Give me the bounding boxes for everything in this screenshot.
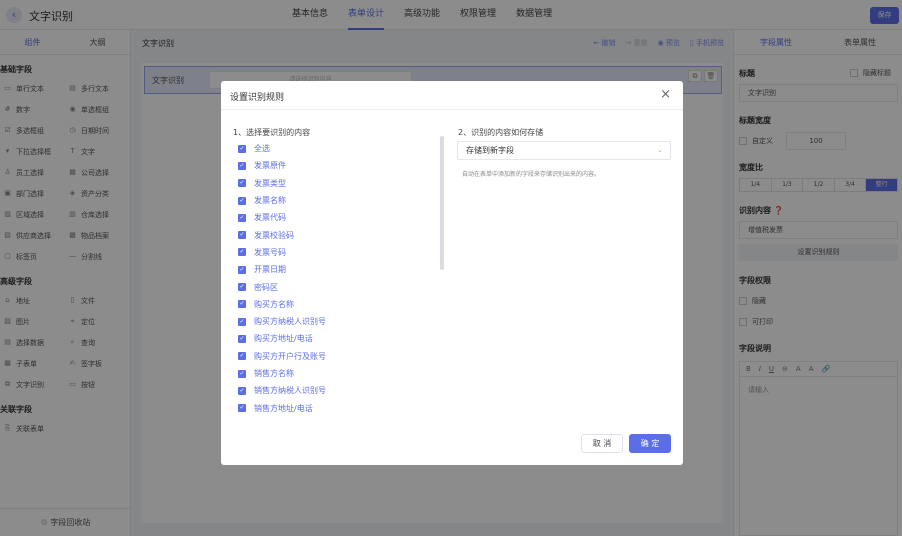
check-icon: ✓: [238, 369, 246, 378]
option-checkbox[interactable]: ✓ 购买方地址/电话: [238, 330, 438, 347]
check-icon: ✓: [238, 161, 246, 170]
option-label: 销售方名称: [254, 369, 294, 378]
select-content-label: 1、选择要识别的内容: [233, 128, 311, 137]
cancel-button[interactable]: 取 消: [581, 434, 623, 453]
check-icon: ✓: [238, 248, 246, 257]
option-label: 发票校验码: [254, 230, 294, 240]
option-label: 购买方地址/电话: [254, 334, 313, 344]
check-icon: ✓: [238, 213, 246, 222]
chevron-down-icon: ⌄: [657, 146, 663, 154]
option-label: 发票类型: [254, 178, 286, 188]
option-checkbox[interactable]: ✓ 销售方纳税人识别号: [238, 382, 438, 399]
check-icon: ✓: [238, 404, 246, 413]
option-label: 发票名称: [254, 196, 286, 206]
option-checkbox[interactable]: ✓ 销售方名称: [238, 365, 438, 382]
option-checkbox[interactable]: ✓ 发票校验码: [238, 226, 438, 243]
recognition-options: ✓ 全选 ✓ 发票原件 ✓ 发票类型 ✓ 发票名称 ✓ 发票代码 ✓ 发票校验码 ✓ 发票号码 ✓ 开票日期 ✓…: [238, 140, 438, 417]
check-icon: ✓: [238, 317, 246, 326]
option-checkbox[interactable]: ✓ 发票号码: [238, 244, 438, 261]
option-checkbox[interactable]: ✓ 发票类型: [238, 175, 438, 192]
option-label: 密码区: [254, 282, 278, 292]
option-label: 销售方纳税人识别号: [254, 386, 326, 396]
check-icon: ✓: [238, 196, 246, 205]
option-label: 销售方地址/电话: [254, 403, 313, 413]
option-label: 发票代码: [254, 213, 286, 223]
storage-select[interactable]: 存储到新字段 ⌄: [457, 141, 671, 160]
check-icon: ✓: [238, 144, 246, 153]
option-label: 购买方纳税人识别号: [254, 317, 326, 327]
options-scrollbar[interactable]: [440, 136, 444, 270]
option-checkbox[interactable]: ✓ 开票日期: [238, 261, 438, 278]
check-icon: ✓: [238, 179, 246, 188]
confirm-button[interactable]: 确 定: [629, 434, 671, 453]
option-checkbox[interactable]: ✓ 发票代码: [238, 209, 438, 226]
option-label: 购买方开户行及账号: [254, 351, 326, 361]
check-icon: ✓: [238, 265, 246, 274]
storage-hint: 自动在表单中添加新的字段来存储识别出来的内容。: [462, 171, 601, 178]
option-checkbox[interactable]: ✓ 密码区: [238, 278, 438, 295]
recognition-rule-dialog: 设置识别规则 × 1、选择要识别的内容 2、识别的内容如何存储 ✓ 全选 ✓ 发票原件…: [221, 81, 683, 465]
option-label: 发票原件: [254, 161, 286, 171]
storage-label: 2、识别的内容如何存储: [458, 128, 544, 137]
check-icon: ✓: [238, 352, 246, 361]
option-checkbox[interactable]: ✓ 购买方开户行及账号: [238, 348, 438, 365]
dialog-title: 设置识别规则: [230, 93, 285, 103]
option-checkbox[interactable]: ✓ 发票原件: [238, 157, 438, 174]
check-icon: ✓: [238, 386, 246, 395]
option-checkbox[interactable]: ✓ 销售方地址/电话: [238, 399, 438, 416]
select-all-checkbox[interactable]: ✓ 全选: [238, 140, 438, 157]
option-label: 开票日期: [254, 265, 286, 275]
option-label: 购买方名称: [254, 299, 294, 309]
option-label: 发票号码: [254, 247, 286, 257]
check-icon: ✓: [238, 231, 246, 240]
option-checkbox[interactable]: ✓ 购买方名称: [238, 296, 438, 313]
check-icon: ✓: [238, 283, 246, 292]
option-checkbox[interactable]: ✓ 购买方纳税人识别号: [238, 313, 438, 330]
option-checkbox[interactable]: ✓ 发票名称: [238, 192, 438, 209]
storage-select-value: 存储到新字段: [466, 146, 514, 155]
close-icon[interactable]: ×: [660, 87, 671, 102]
option-label: 全选: [254, 144, 270, 154]
check-icon: ✓: [238, 334, 246, 343]
check-icon: ✓: [238, 300, 246, 309]
